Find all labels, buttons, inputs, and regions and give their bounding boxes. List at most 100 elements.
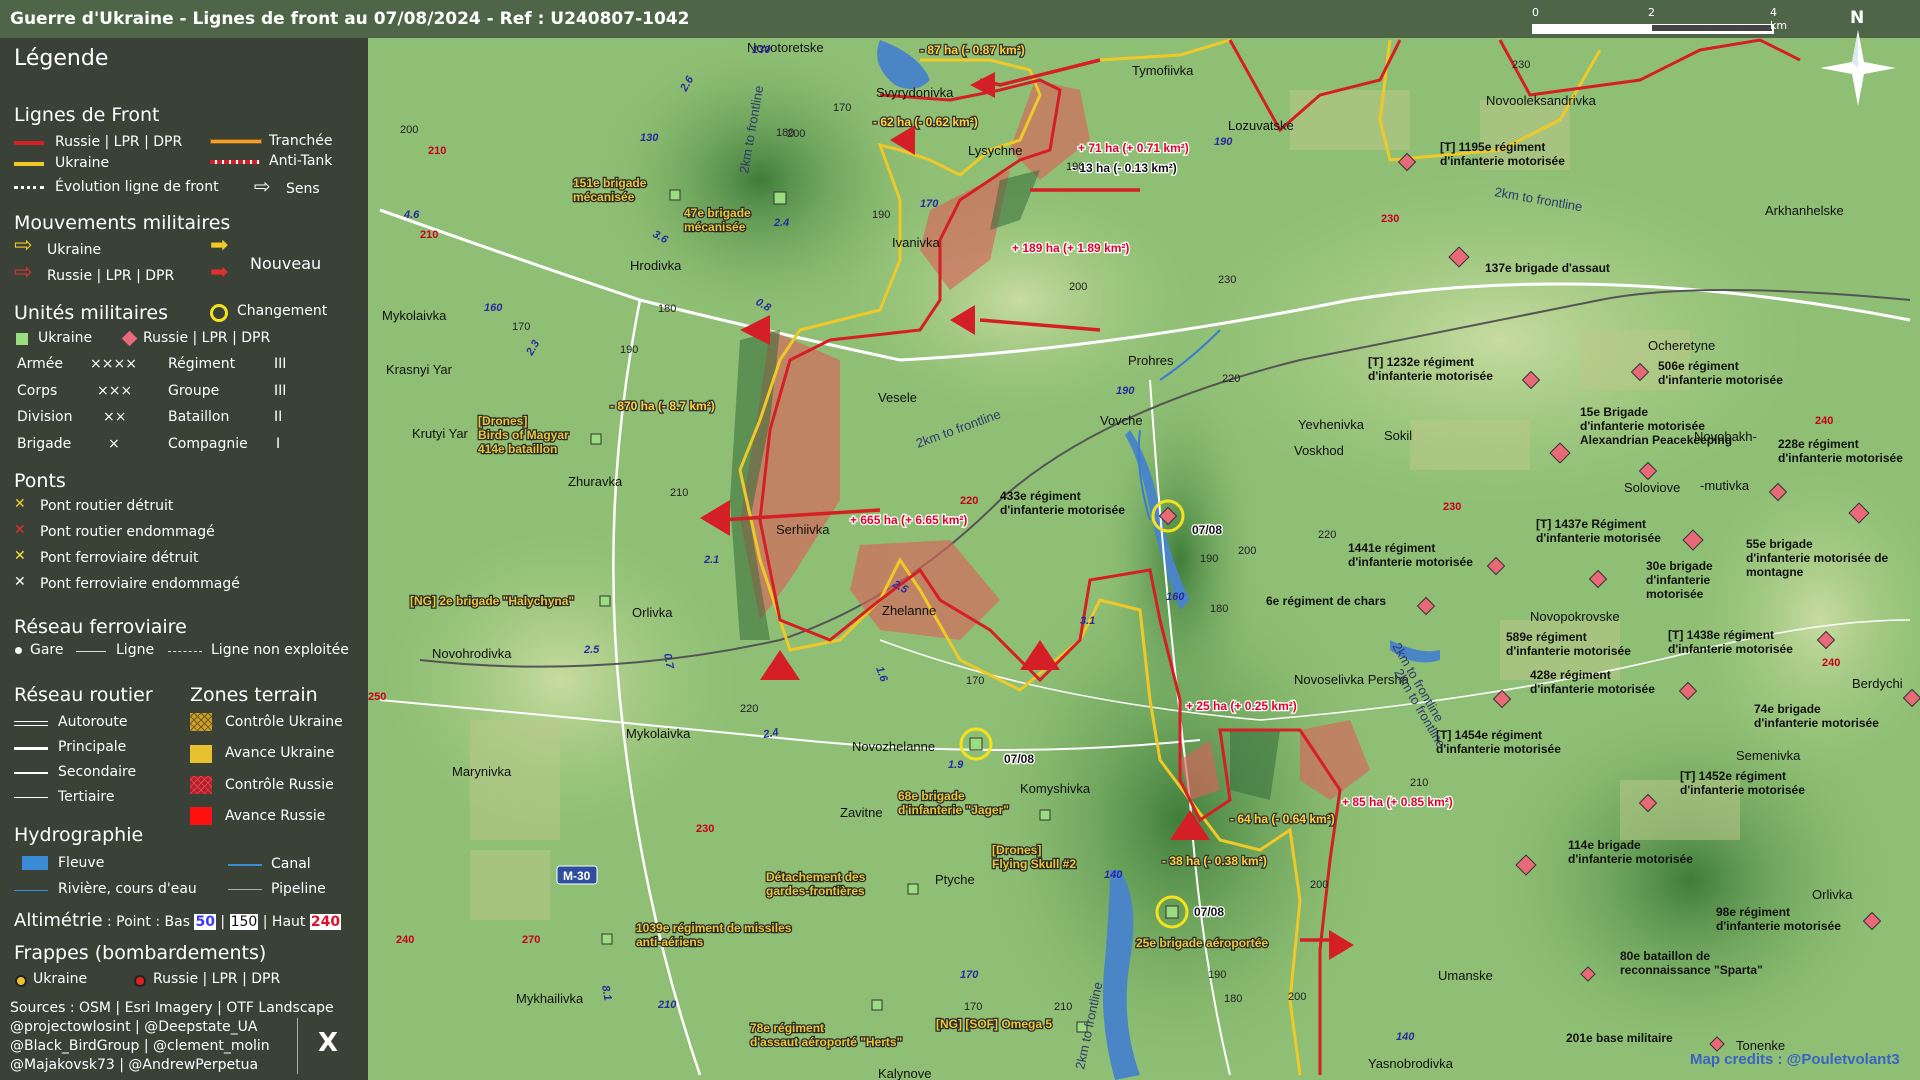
- town: Lysychne: [968, 143, 1022, 158]
- unit-level-name: Armée: [17, 356, 63, 372]
- x-social-icon[interactable]: X: [318, 1028, 338, 1058]
- unit-label: mécanisée: [573, 190, 635, 204]
- highway-label: M-30: [563, 869, 591, 883]
- unit-label: Alexandrian Peacekeeping: [1580, 433, 1732, 447]
- town: Ptyche: [935, 872, 975, 887]
- legend-hydro-river: Rivière, cours d'eau: [58, 881, 197, 897]
- altitude: 170: [964, 1001, 982, 1013]
- unit-label: 47e brigade: [684, 206, 751, 220]
- change-label: - 87 ha (- 0.87 km²): [920, 43, 1025, 57]
- north-arrow: N: [1818, 8, 1898, 108]
- legend-movements-heading: Mouvements militaires: [14, 212, 231, 234]
- road-number: 170: [920, 198, 939, 210]
- town: Prohres: [1128, 353, 1174, 368]
- trench-swatch: [210, 139, 262, 144]
- unit-label: d'infanterie "Jager": [898, 803, 1009, 817]
- road-number: 140: [1396, 1031, 1415, 1043]
- legend-frontlines-heading: Lignes de Front: [14, 104, 160, 126]
- legend-move-ukraine: Ukraine: [47, 242, 102, 258]
- unit-label: d'infanterie motorisée: [1506, 644, 1631, 658]
- map-canvas[interactable]: Novotoretske Tymofiivka Lozuvatske Svyry…: [368, 38, 1920, 1080]
- legend-russia-line: Russie | LPR | DPR: [55, 134, 183, 150]
- unit-label: [Drones]: [992, 843, 1041, 857]
- road-number: 190: [1116, 385, 1135, 397]
- unit-label: [T] 1195e régiment: [1440, 140, 1545, 154]
- altitude: 220: [960, 495, 978, 507]
- unit-label: Détachement des: [766, 870, 866, 884]
- scale-label: 4 km: [1770, 6, 1788, 32]
- legend-strikes-ukraine: Ukraine: [33, 971, 88, 987]
- russia-line-swatch: [14, 141, 44, 145]
- town: Novozhelanne: [852, 739, 935, 754]
- unit-label: 506e régiment: [1658, 359, 1739, 373]
- legend-zone-item: Contrôle Ukraine: [225, 714, 343, 730]
- town: Zavitne: [840, 805, 883, 820]
- altitude: 190: [1066, 161, 1084, 173]
- legend-rail-unused: Ligne non exploitée: [211, 642, 349, 658]
- new-ru-arrow-icon: ➡: [210, 260, 229, 285]
- unit-label: [NG] [SOF] Omega 5: [936, 1017, 1052, 1031]
- unit-label: 201e base militaire: [1566, 1031, 1673, 1045]
- unit-level-name: Brigade: [17, 436, 72, 452]
- map-credits: Map credits : @Pouletvolant3: [1690, 1051, 1900, 1068]
- altitude: 230: [1512, 59, 1530, 71]
- unit-level-name: Groupe: [168, 383, 220, 399]
- zone-swatch: [190, 713, 212, 731]
- change-label: + 665 ha (+ 6.65 km²): [850, 513, 967, 527]
- altitude: 190: [872, 209, 890, 221]
- unit-label: 6e régiment de chars: [1266, 594, 1386, 608]
- unit-label: 1441e régiment: [1348, 541, 1435, 555]
- unit-label: d'infanterie motorisée: [1658, 373, 1783, 387]
- station-icon: [15, 647, 22, 654]
- unit-label: 137e brigade d'assaut: [1485, 261, 1610, 275]
- altitude: 180: [658, 303, 676, 315]
- map-title: Guerre d'Ukraine - Lignes de front au 07…: [10, 9, 690, 29]
- unit-label: 228e régiment: [1778, 437, 1859, 451]
- zone-swatch: [190, 776, 212, 794]
- altitude: 190: [1208, 969, 1226, 981]
- unit-label: [T] 1454e régiment: [1436, 728, 1542, 742]
- altitude: 210: [428, 145, 446, 157]
- unit-label: 151e brigade: [573, 176, 647, 190]
- unit-label: d'infanterie motorisée: [1668, 642, 1793, 656]
- town: -mutivka: [1700, 478, 1750, 493]
- legend-units-change: Changement: [237, 303, 328, 319]
- town: Svyrydonivka: [876, 85, 954, 100]
- altitude: 220: [1318, 529, 1336, 541]
- road-number: 130: [752, 44, 771, 56]
- ukraine-strike-icon: [15, 975, 27, 987]
- unit-label: d'infanterie motorisée: [1368, 369, 1493, 383]
- unit-label: mécanisée: [684, 220, 746, 234]
- road-number: 170: [960, 969, 979, 981]
- unit-label: 25e brigade aéroportée: [1136, 936, 1268, 950]
- legend-zone-item: Avance Ukraine: [225, 745, 335, 761]
- unit-label: [T] 1437e Régiment: [1536, 517, 1646, 531]
- road-number: 190: [1214, 136, 1233, 148]
- legend-direction: Sens: [286, 181, 320, 197]
- legend-hydro-pipeline: Pipeline: [271, 881, 326, 897]
- change-label: + 189 ha (+ 1.89 km²): [1012, 241, 1129, 255]
- change-label: - 62 ha (- 0.62 km²): [873, 115, 978, 129]
- altitude: 200: [400, 124, 418, 136]
- altitude: 220: [1222, 373, 1240, 385]
- altitude: 190: [1200, 553, 1218, 565]
- unit-label: montagne: [1746, 565, 1804, 579]
- altimetry-low: 50: [194, 914, 216, 930]
- road-swatch: [14, 721, 48, 726]
- road-number: 3.1: [1080, 615, 1095, 627]
- legend-units-ukraine: Ukraine: [38, 330, 93, 346]
- river-swatch: [14, 890, 48, 891]
- unit-label: 55e brigade: [1746, 537, 1813, 551]
- altitude: 190: [620, 344, 638, 356]
- altimetry-label: Altimétrie: [14, 910, 103, 931]
- altitude: 230: [1443, 501, 1461, 513]
- russia-unit-icon: [121, 330, 138, 347]
- road-number: 2.4: [773, 217, 789, 229]
- altitude: 250: [368, 691, 386, 703]
- unit-label: d'infanterie motorisée: [1568, 852, 1693, 866]
- road-number: 4.6: [403, 209, 420, 221]
- town: Mykolaivka: [382, 308, 447, 323]
- rail-unused-swatch: [168, 651, 202, 652]
- unit-level-name: Division: [17, 409, 73, 425]
- altitude: 240: [1822, 657, 1840, 669]
